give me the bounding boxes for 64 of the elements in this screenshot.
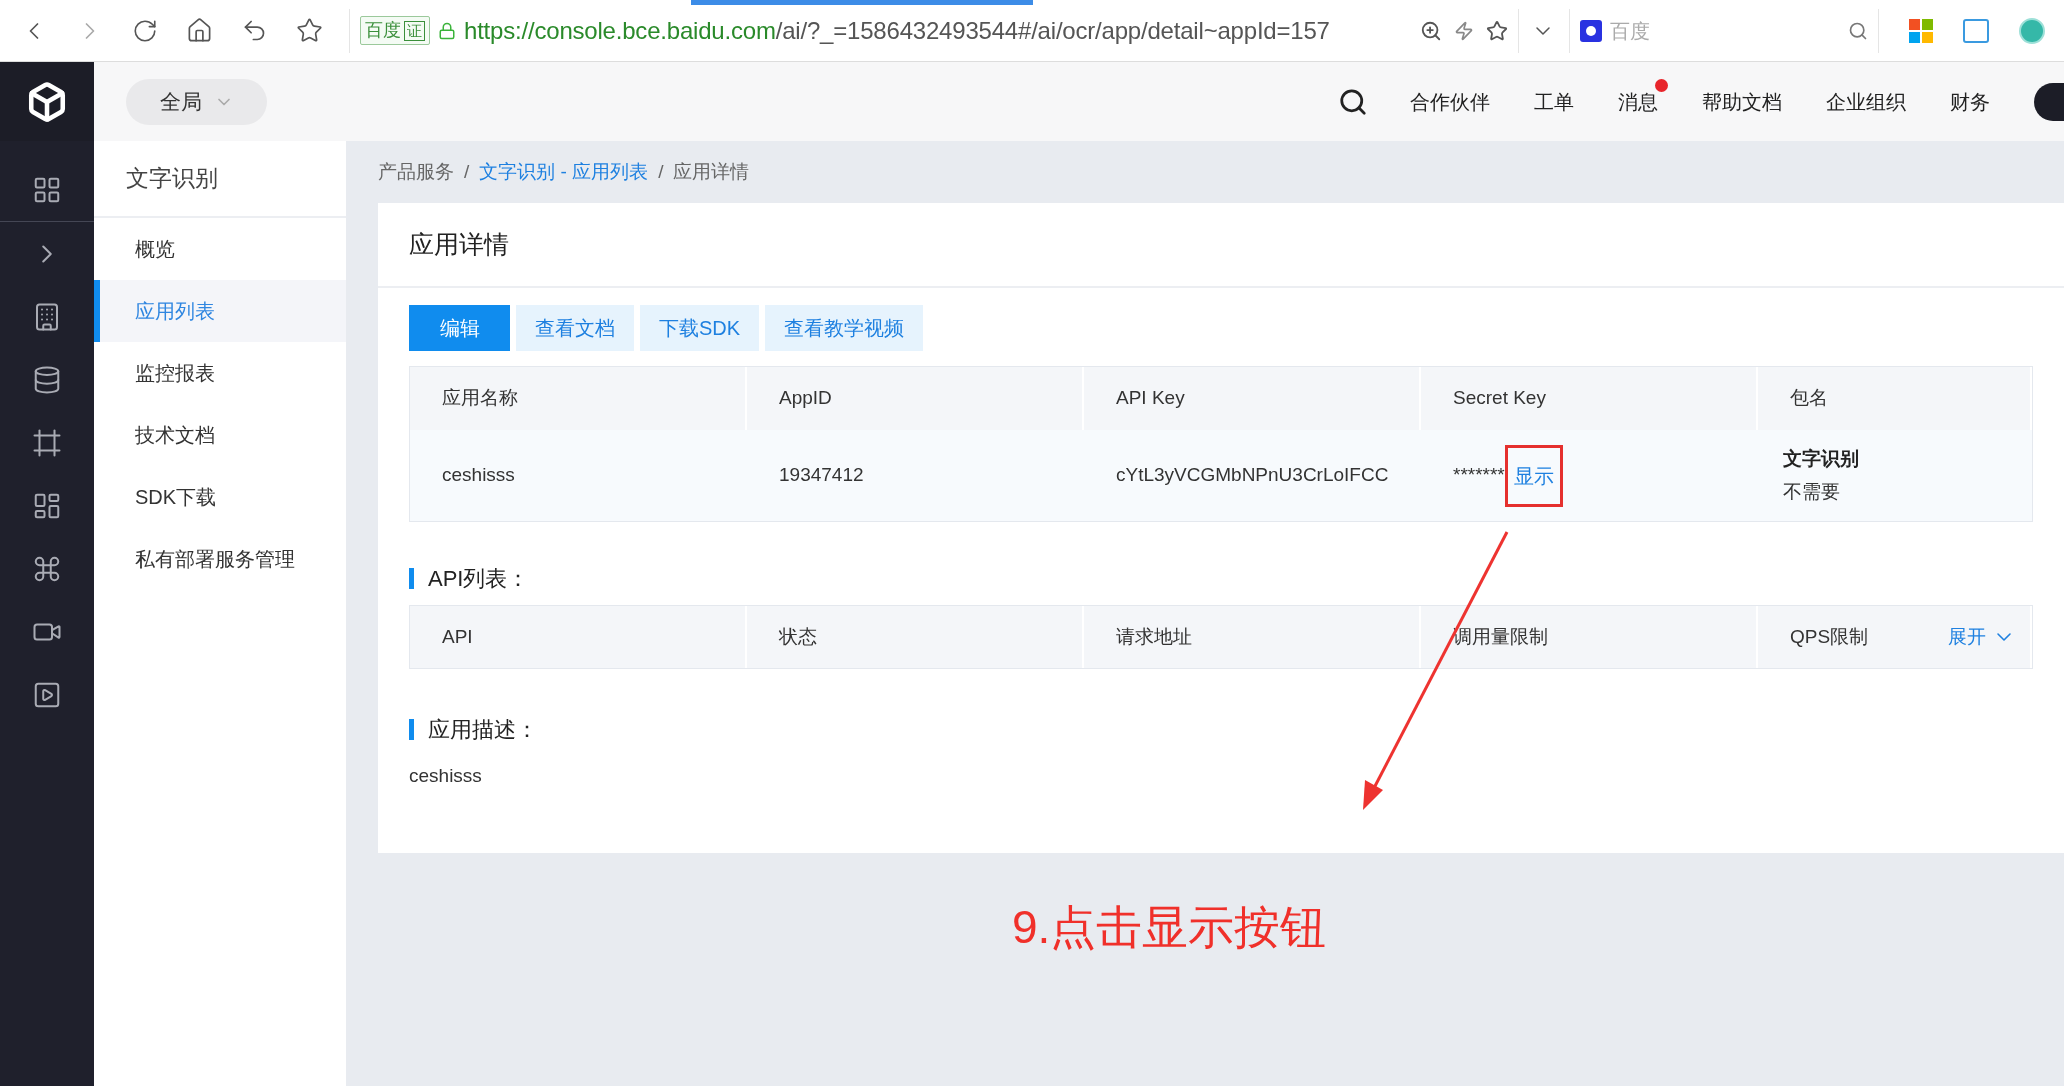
column-header: QPS限制 [1790,624,1869,649]
table-cell-text: ceshisss [442,463,515,488]
home-icon[interactable] [186,17,213,44]
card-title: 应用详情 [409,228,509,260]
url-text: https://console.bce.baidu.com/ai/?_=1586432493544#/ai/ocr/app/detail~appId=157 [464,15,1330,46]
sidebar-title: 文字识别 [126,164,218,194]
star-icon[interactable] [1486,19,1508,42]
sidebar-item[interactable]: SDK下载 [94,466,346,528]
column-header: AppID [779,386,832,411]
section-title: 应用描述： [428,716,538,744]
breadcrumb-separator: / [658,159,664,184]
nav-link[interactable]: 合作伙伴 [1410,90,1490,113]
avatar[interactable] [2034,82,2064,121]
nav-link[interactable]: 财务 [1950,90,1990,113]
action-button[interactable]: 查看文档 [516,305,634,351]
grid-icon[interactable] [32,175,62,205]
action-button[interactable]: 下载SDK [640,305,760,351]
expand-link[interactable]: 展开 [1948,622,2017,652]
sidebar-item[interactable]: 监控报表 [94,342,346,404]
nav-link[interactable]: 帮助文档 [1702,90,1782,113]
sidebar-item[interactable]: 应用列表 [94,280,346,342]
bookmark-star-icon[interactable] [296,17,323,44]
extension-grid-icon[interactable] [1909,18,1933,43]
column-header: 应用名称 [442,386,518,411]
breadcrumb-separator: / [464,159,470,184]
search-icon[interactable] [1338,86,1368,117]
secret-mask: ******* [1453,463,1505,488]
column-header: 请求地址 [1116,624,1192,649]
breadcrumb-item[interactable]: 应用详情 [673,157,750,187]
table-cell-text: 19347412 [779,463,864,488]
nav-link[interactable]: 工单 [1534,90,1574,113]
scope-selector[interactable]: 全局 [126,78,267,125]
column-header: 包名 [1790,386,1828,411]
column-header: API Key [1116,386,1185,411]
package-title: 文字识别 [1783,447,1860,471]
sidebar-item[interactable]: 技术文档 [94,404,346,466]
annotation-text: 9.点击显示按钮 [1012,901,1327,953]
action-button[interactable]: 编辑 [409,305,510,351]
section-marker [409,568,414,589]
search-placeholder: 百度 [1610,18,1650,44]
nav-link[interactable]: 企业组织 [1826,90,1906,113]
lock-icon [438,21,456,40]
section-title: API列表： [428,565,530,593]
sidebar-item[interactable]: 私有部署服务管理 [94,528,346,590]
database-icon[interactable] [32,364,62,395]
nav-link[interactable]: 消息 [1618,90,1658,113]
lightning-icon[interactable] [1454,20,1474,41]
address-bar[interactable]: 百度 证 https://console.bce.baidu.com/ai/?_=1586432493544#/ai/ocr/app/detail~appId=157 [349,8,1519,53]
action-button[interactable]: 查看教学视频 [765,305,924,351]
site-badge: 百度 证 [360,16,430,45]
zoom-icon[interactable] [1420,19,1442,42]
section-marker [409,719,414,740]
description-text: ceshisss [409,764,483,788]
column-header: Secret Key [1453,386,1546,411]
column-header: API [442,624,473,649]
package-value: 不需要 [1783,479,1841,504]
column-header: 状态 [779,624,817,649]
breadcrumb-item[interactable]: 产品服务 [378,157,454,187]
column-header: 调用量限制 [1453,624,1548,649]
table-cell-text: cYtL3yVCGMbNPnU3CrLoIFCC [1116,463,1389,488]
reload-icon[interactable] [132,17,158,44]
cube-logo-icon [26,80,68,123]
sidebar-item[interactable]: 概览 [94,218,346,280]
show-link[interactable]: 显示 [1513,460,1554,491]
